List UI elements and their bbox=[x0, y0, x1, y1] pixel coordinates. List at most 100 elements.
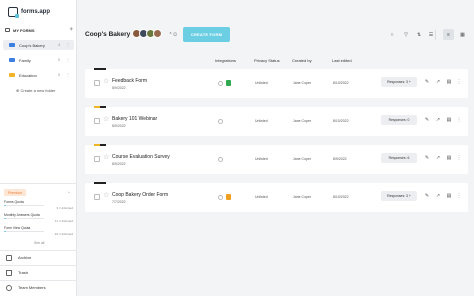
folder-menu-icon[interactable]: ⋮ bbox=[66, 73, 70, 77]
sidebar-item-label: Team Members bbox=[18, 285, 46, 290]
folder-count: 4 bbox=[58, 43, 60, 47]
form-last-edited: 8/10/2022 bbox=[333, 195, 349, 199]
filter-icon[interactable]: ▽ bbox=[402, 31, 410, 39]
form-checkbox[interactable] bbox=[94, 118, 100, 124]
add-folder-icon[interactable]: + bbox=[69, 27, 73, 33]
edit-icon[interactable]: ✎ bbox=[424, 117, 430, 123]
chevron-up-icon[interactable]: ^ bbox=[68, 190, 70, 195]
sidebar-item-trash[interactable]: Trash bbox=[6, 268, 28, 277]
create-folder-link[interactable]: ⊕ Create a new folder bbox=[16, 88, 55, 93]
integration-app-icon[interactable] bbox=[226, 194, 231, 200]
add-integration-icon[interactable] bbox=[218, 195, 223, 200]
add-integration-icon[interactable] bbox=[218, 81, 223, 86]
sidebar-folder-coops-bakery[interactable]: Coop's Bakery 4 ⋮ bbox=[3, 40, 74, 50]
add-integration-icon[interactable] bbox=[218, 119, 223, 124]
responses-button[interactable]: Responses: 3 + bbox=[381, 77, 417, 87]
folder-icon bbox=[9, 72, 15, 78]
results-icon[interactable]: ▤ bbox=[446, 117, 452, 123]
form-name[interactable]: Feedback Form bbox=[112, 78, 147, 84]
more-options-icon[interactable]: ⋮ bbox=[456, 79, 462, 85]
form-color-stripe bbox=[94, 182, 106, 184]
sidebar-item-archive[interactable]: Archive bbox=[6, 253, 31, 262]
more-options-icon[interactable]: ⋮ bbox=[456, 193, 462, 199]
quota-bar bbox=[4, 205, 44, 207]
create-form-button[interactable]: CREATE FORM bbox=[183, 27, 230, 42]
my-forms-header: MY FORMS + bbox=[5, 26, 73, 34]
add-integration-icon[interactable] bbox=[218, 157, 223, 162]
form-created-date: 8/9/2022 bbox=[112, 124, 126, 128]
share-icon[interactable]: ↗ bbox=[435, 117, 441, 123]
see-all-link[interactable]: See all bbox=[34, 241, 44, 245]
form-last-edited: 8/10/2022 bbox=[333, 119, 349, 123]
form-name[interactable]: Coop Bakery Order Form bbox=[112, 192, 168, 198]
form-checkbox[interactable] bbox=[94, 156, 100, 162]
form-name[interactable]: Course Evaluation Survey bbox=[112, 154, 170, 160]
section-title: MY FORMS bbox=[13, 27, 35, 33]
quota-bar-fill bbox=[4, 231, 6, 233]
forms-quota: Forms Quota 3 / Unlimited bbox=[4, 200, 73, 210]
form-created-date: 8/9/2022 bbox=[112, 162, 126, 166]
plan-badge: Premium bbox=[4, 189, 27, 196]
sidebar-folder-family[interactable]: Family 0 ⋮ bbox=[3, 55, 74, 65]
share-icon[interactable]: ↗ bbox=[435, 193, 441, 199]
quota-value: 3 / Unlimited bbox=[56, 206, 73, 210]
sidebar-folder-education[interactable]: Education 0 ⋮ bbox=[3, 70, 74, 80]
form-owner: Jane Coper bbox=[293, 195, 312, 199]
add-user-icon[interactable]: ⁺☺ bbox=[169, 31, 178, 38]
form-card[interactable]: ☆ Bakery 101 Webinar 8/9/2022 Unlisted J… bbox=[85, 106, 468, 136]
list-view-button[interactable]: ≡ bbox=[443, 29, 454, 40]
app-name: forms.app bbox=[21, 9, 51, 15]
form-last-edited: 8/9/2022 bbox=[333, 157, 347, 161]
sort-icon[interactable]: ⇅ bbox=[415, 31, 423, 39]
avatar[interactable] bbox=[153, 29, 162, 38]
search-icon[interactable]: ○ bbox=[388, 31, 396, 39]
share-icon[interactable]: ↗ bbox=[435, 155, 441, 161]
grid-view-button[interactable]: ▦ bbox=[457, 29, 468, 40]
column-header-last-edited: Last edited bbox=[332, 58, 352, 63]
more-options-icon[interactable]: ⋮ bbox=[456, 117, 462, 123]
quota-label: Form View Quota bbox=[4, 226, 31, 230]
results-icon[interactable]: ▤ bbox=[446, 193, 452, 199]
folder-label: Coop's Bakery bbox=[19, 42, 45, 48]
star-icon[interactable]: ☆ bbox=[103, 116, 109, 123]
results-icon[interactable]: ▤ bbox=[446, 79, 452, 85]
settings-icon[interactable]: ☰ bbox=[427, 31, 435, 39]
app-window: forms.app MY FORMS + Coop's Bakery 4 ⋮ F… bbox=[0, 0, 474, 296]
edit-icon[interactable]: ✎ bbox=[424, 79, 430, 85]
star-icon[interactable]: ☆ bbox=[103, 154, 109, 161]
folder-count: 0 bbox=[58, 58, 60, 62]
collaborator-avatars[interactable] bbox=[132, 29, 162, 38]
form-card[interactable]: ☆ Course Evaluation Survey 8/9/2022 Unli… bbox=[85, 144, 468, 174]
more-options-icon[interactable]: ⋮ bbox=[456, 155, 462, 161]
folder-menu-icon[interactable]: ⋮ bbox=[66, 43, 70, 47]
form-color-stripe bbox=[94, 68, 106, 70]
star-icon[interactable]: ☆ bbox=[103, 192, 109, 199]
edit-icon[interactable]: ✎ bbox=[424, 155, 430, 161]
app-logo[interactable]: forms.app bbox=[8, 6, 50, 18]
responses-button[interactable]: Responses: 0 bbox=[381, 115, 417, 125]
form-owner: Jane Coper bbox=[293, 119, 312, 123]
views-quota: Form View Quota 29 / Unlimited bbox=[4, 226, 73, 236]
form-checkbox[interactable] bbox=[94, 80, 100, 86]
privacy-status: Unlisted bbox=[255, 119, 268, 123]
responses-button[interactable]: Responses: 3 + bbox=[381, 191, 417, 201]
results-icon[interactable]: ▤ bbox=[446, 155, 452, 161]
sidebar-item-team-members[interactable]: Team Members bbox=[6, 283, 46, 292]
responses-button[interactable]: Responses: 6 bbox=[381, 153, 417, 163]
form-card[interactable]: ☆ Feedback Form 8/9/2022 Unlisted Jane C… bbox=[85, 68, 468, 98]
quota-bar bbox=[4, 231, 44, 233]
page-title: Coop's Bakery bbox=[85, 31, 131, 38]
folder-menu-icon[interactable]: ⋮ bbox=[66, 58, 70, 62]
sidebar: forms.app MY FORMS + Coop's Bakery 4 ⋮ F… bbox=[0, 0, 77, 296]
form-color-stripe bbox=[94, 106, 106, 108]
form-checkbox[interactable] bbox=[94, 194, 100, 200]
integration-app-icon[interactable] bbox=[226, 80, 231, 86]
star-icon[interactable]: ☆ bbox=[103, 78, 109, 85]
form-card[interactable]: ☆ Coop Bakery Order Form 7/7/2022 Unlist… bbox=[85, 182, 468, 212]
create-folder-label: Create a new folder bbox=[20, 88, 56, 93]
divider bbox=[0, 250, 77, 251]
divider bbox=[0, 265, 77, 266]
edit-icon[interactable]: ✎ bbox=[424, 193, 430, 199]
form-name[interactable]: Bakery 101 Webinar bbox=[112, 116, 157, 122]
share-icon[interactable]: ↗ bbox=[435, 79, 441, 85]
